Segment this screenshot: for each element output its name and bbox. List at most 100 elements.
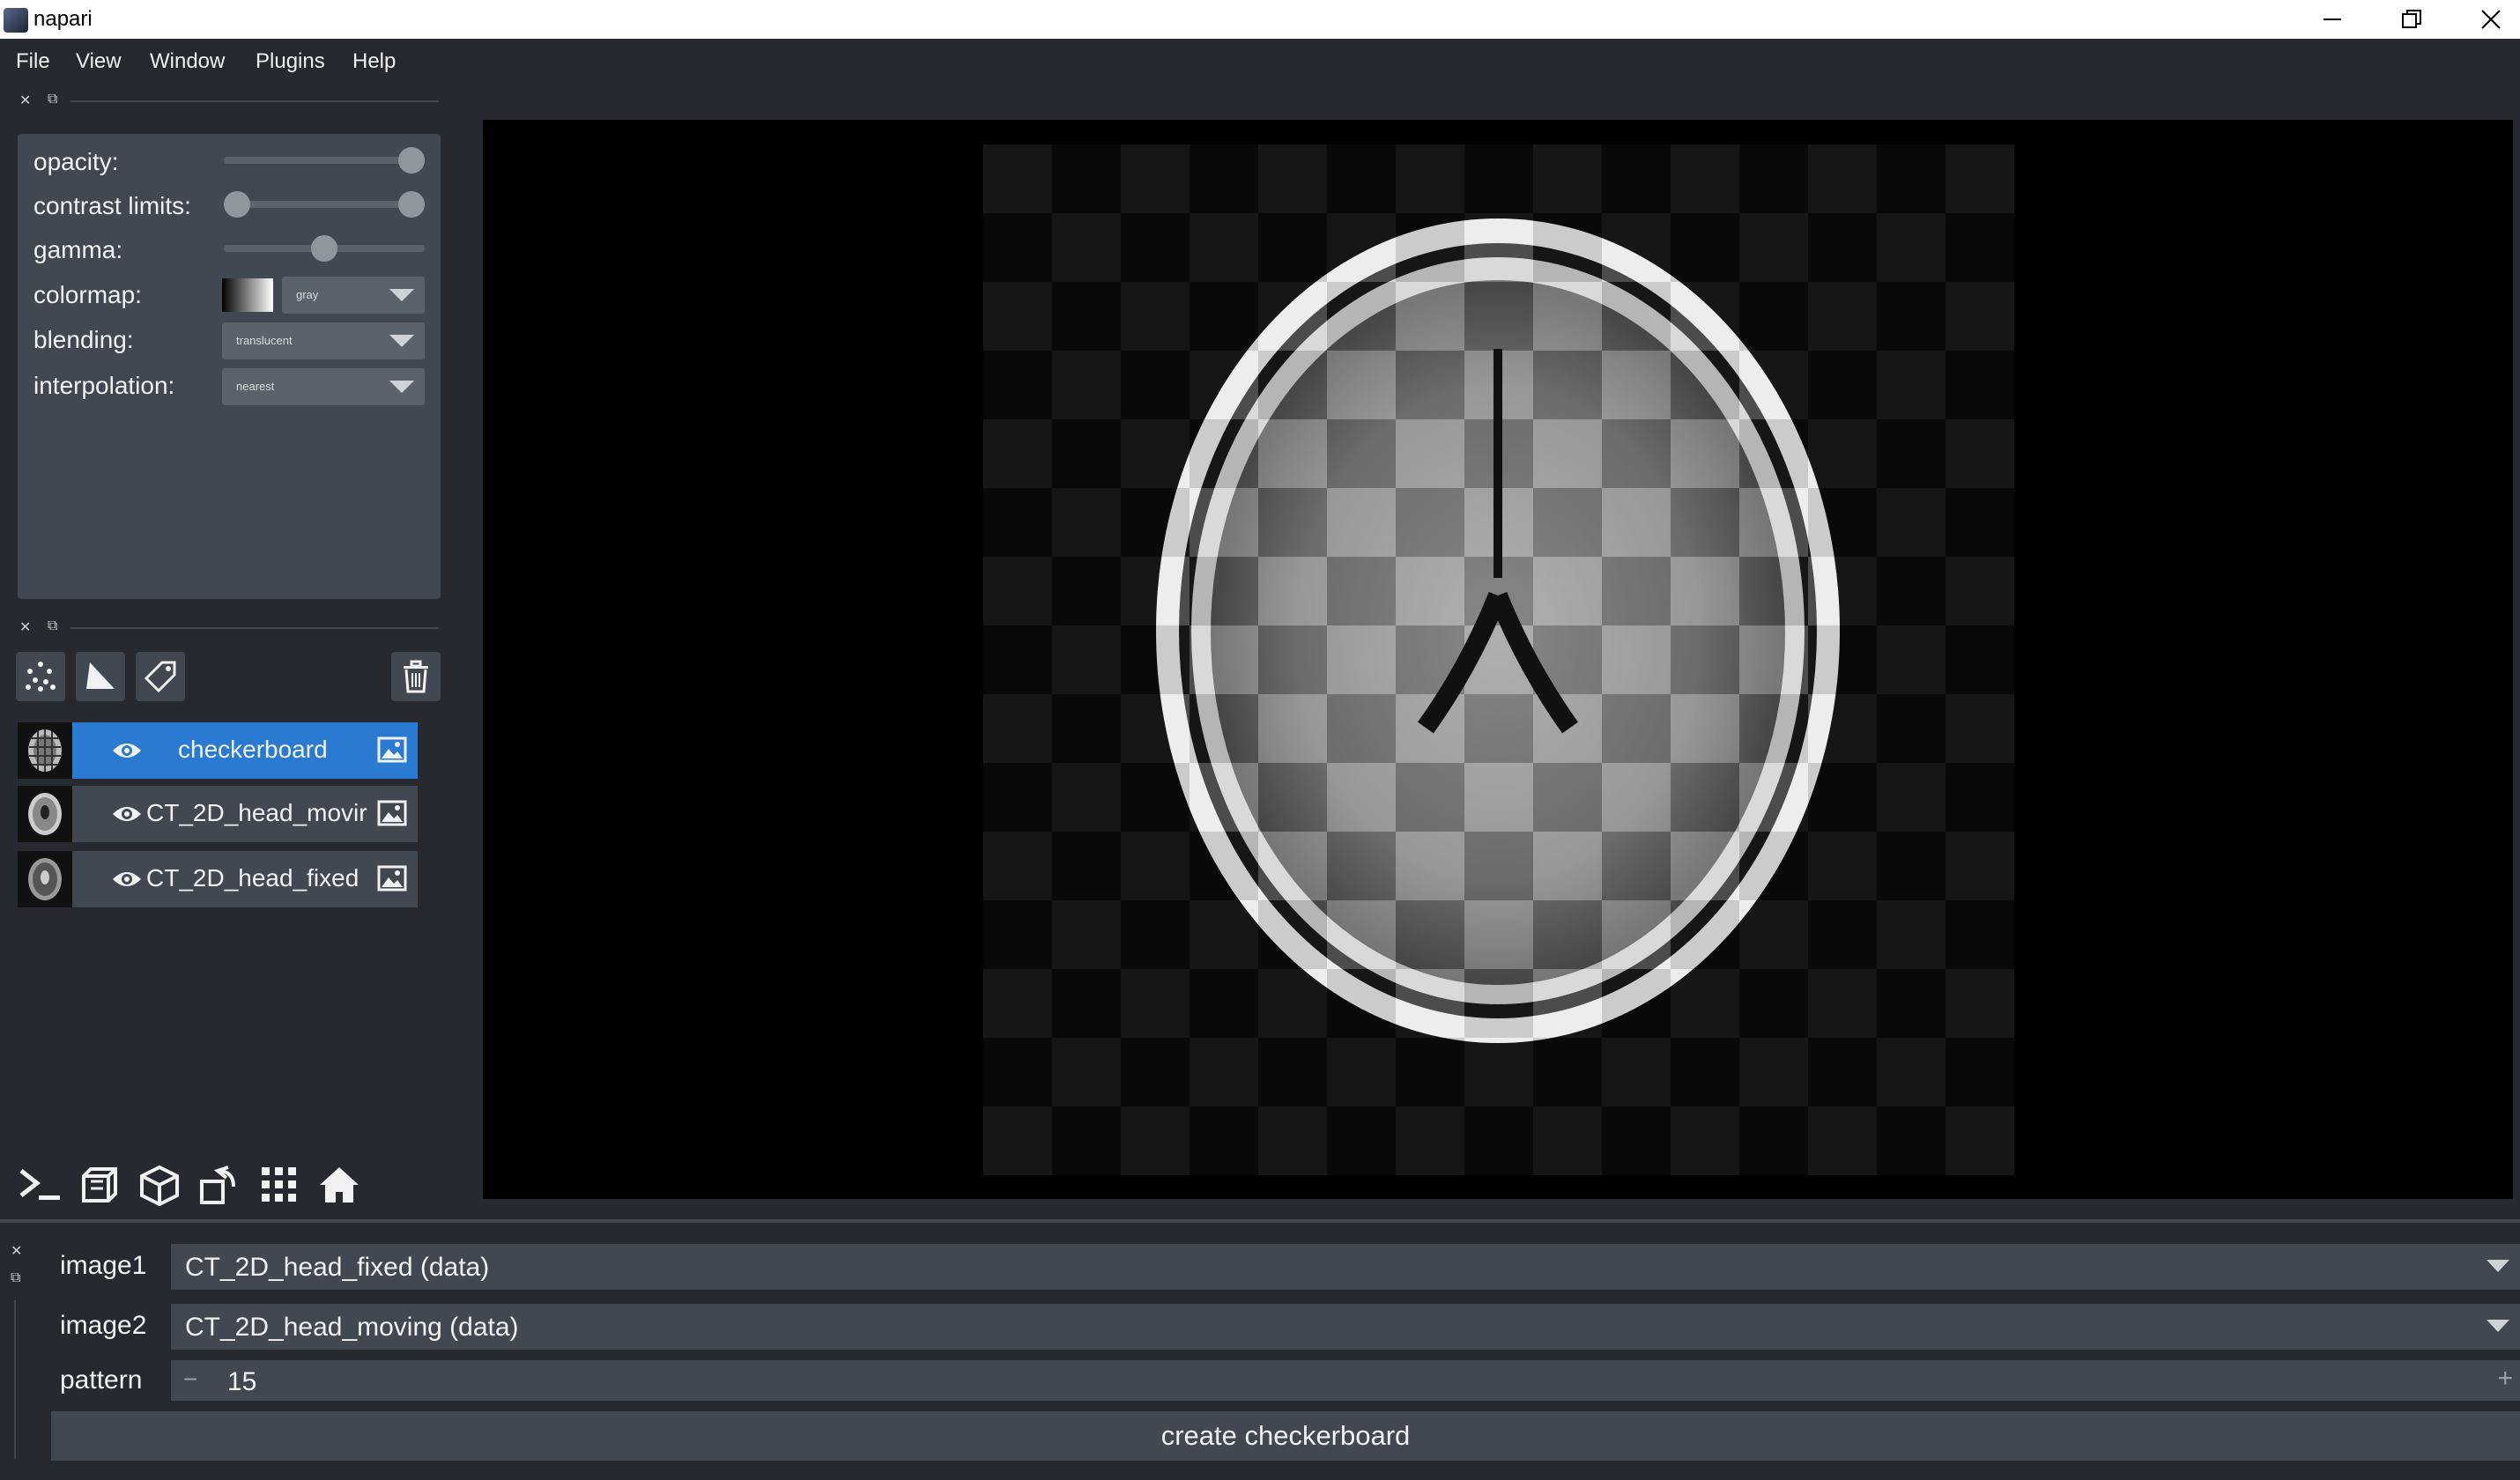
new-labels-icon[interactable] — [136, 652, 185, 701]
background-check — [983, 969, 1052, 1038]
head-check — [1671, 557, 1739, 625]
background-check — [1877, 419, 1946, 488]
background-check — [983, 282, 1052, 351]
head-check — [1739, 488, 1808, 557]
head-check — [1533, 900, 1602, 969]
head-check — [1258, 351, 1327, 419]
blending-label: blending: — [33, 326, 134, 353]
background-check — [1052, 419, 1121, 488]
transpose-icon[interactable] — [194, 1159, 245, 1210]
background-check — [1190, 1038, 1258, 1106]
head-check — [1258, 625, 1327, 694]
background-check — [1052, 351, 1121, 419]
minimize-icon[interactable] — [2293, 0, 2372, 39]
menu-plugins[interactable]: Plugins — [256, 49, 325, 74]
close-icon[interactable] — [2451, 0, 2520, 39]
console-icon[interactable] — [14, 1159, 65, 1210]
colormap-dropdown[interactable]: gray — [282, 277, 425, 314]
dock-float-icon[interactable]: ⧉ — [48, 92, 57, 107]
increment-button[interactable]: + — [2497, 1364, 2513, 1394]
background-check — [1121, 1038, 1190, 1106]
dock-close-icon[interactable]: ✕ — [19, 618, 31, 636]
create-checkerboard-button[interactable]: create checkerboard — [51, 1411, 2520, 1461]
background-check — [1946, 557, 2014, 625]
image1-dropdown[interactable]: CT_2D_head_fixed (data) — [171, 1244, 2520, 1290]
head-check — [1533, 419, 1602, 488]
colormap-preview — [222, 278, 273, 312]
menu-window[interactable]: Window — [150, 49, 225, 74]
background-check — [1808, 213, 1877, 282]
dock-float-icon[interactable]: ⧉ — [11, 1270, 20, 1286]
menu-help[interactable]: Help — [352, 49, 396, 74]
pattern-spinbox[interactable]: − 15 + — [171, 1360, 2520, 1401]
ndisplay-icon[interactable] — [74, 1159, 125, 1210]
roll-dims-icon[interactable] — [134, 1159, 185, 1210]
layer-item-ct-2d-head-moving[interactable]: CT_2D_head_movir — [18, 786, 418, 842]
eye-icon[interactable] — [111, 867, 143, 896]
background-check — [1808, 1038, 1877, 1106]
background-check — [1052, 969, 1121, 1038]
head-check — [1464, 282, 1533, 351]
viewer-canvas[interactable] — [483, 120, 2513, 1199]
opacity-slider-handle[interactable] — [398, 147, 425, 174]
gamma-slider-handle[interactable] — [311, 235, 337, 262]
head-check — [1671, 351, 1739, 419]
contrast-limits-slider[interactable] — [224, 201, 425, 208]
menu-bar: File View Window Plugins Help — [0, 39, 2520, 81]
background-check — [1327, 1106, 1396, 1175]
interpolation-dropdown[interactable]: nearest — [222, 368, 425, 405]
dock-close-icon[interactable]: ✕ — [19, 92, 31, 109]
home-icon[interactable] — [314, 1159, 365, 1210]
restore-icon[interactable] — [2372, 0, 2451, 39]
background-check — [1877, 969, 1946, 1038]
dock-close-icon[interactable]: ✕ — [11, 1242, 22, 1260]
background-check — [1671, 1038, 1739, 1106]
delete-layer-icon[interactable] — [391, 652, 441, 701]
head-check — [1739, 625, 1808, 694]
background-check — [1052, 1038, 1121, 1106]
head-check — [1464, 763, 1533, 832]
opacity-label: opacity: — [33, 148, 119, 175]
menu-file[interactable]: File — [16, 49, 50, 74]
blending-dropdown[interactable]: translucent — [222, 322, 425, 359]
head-check — [1258, 832, 1327, 900]
layer-name[interactable]: CT_2D_head_fixed — [146, 864, 359, 892]
background-check — [1121, 282, 1190, 351]
interpolation-value: nearest — [236, 380, 275, 393]
background-check — [1877, 832, 1946, 900]
eye-icon[interactable] — [111, 802, 143, 831]
menu-view[interactable]: View — [76, 49, 122, 74]
opacity-slider[interactable] — [224, 157, 425, 164]
background-check — [983, 763, 1052, 832]
background-check — [983, 213, 1052, 282]
layer-name[interactable]: checkerboard — [178, 736, 328, 764]
head-check — [1602, 557, 1671, 625]
new-shapes-icon[interactable] — [76, 652, 125, 701]
background-check — [1808, 832, 1877, 900]
background-check — [983, 144, 1052, 213]
image2-dropdown[interactable]: CT_2D_head_moving (data) — [171, 1304, 2520, 1350]
grid-icon[interactable] — [254, 1159, 305, 1210]
head-check — [1533, 488, 1602, 557]
background-check — [1877, 282, 1946, 351]
head-check — [1464, 832, 1533, 900]
background-check — [1808, 144, 1877, 213]
background-check — [1877, 1106, 1946, 1175]
pattern-value[interactable]: 15 — [227, 1367, 256, 1397]
eye-icon[interactable] — [111, 738, 143, 767]
napari-logo-icon — [4, 8, 28, 33]
contrast-max-handle[interactable] — [398, 191, 425, 218]
dock-float-icon[interactable]: ⧉ — [48, 618, 57, 634]
layer-item-checkerboard[interactable]: checkerboard — [18, 722, 418, 779]
background-check — [1946, 1106, 2014, 1175]
background-check — [1946, 832, 2014, 900]
layer-item-ct-2d-head-fixed[interactable]: CT_2D_head_fixed — [18, 851, 418, 907]
chevron-down-icon — [389, 335, 414, 347]
background-check — [1602, 1038, 1671, 1106]
layer-name[interactable]: CT_2D_head_movir — [146, 799, 367, 827]
new-points-icon[interactable] — [16, 652, 65, 701]
background-check — [1121, 1106, 1190, 1175]
contrast-min-handle[interactable] — [224, 191, 250, 218]
decrement-button[interactable]: − — [183, 1365, 197, 1394]
head-check — [1671, 625, 1739, 694]
